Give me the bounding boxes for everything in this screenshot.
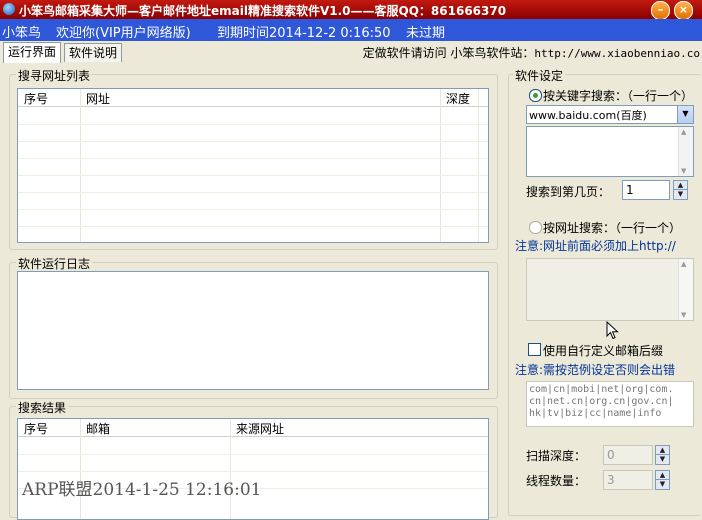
welcome-text: 欢迎你(VIP用户网络版) xyxy=(56,26,191,41)
keyword-textarea[interactable]: ▲ ▼ xyxy=(526,126,694,177)
page-count-input[interactable]: 1 xyxy=(622,180,670,200)
window-title: 小笨鸟邮箱采集大师—客户邮件地址email精准搜索软件V1.0——客服QQ：86… xyxy=(19,4,507,18)
results-header: 序号 邮箱 来源网址 xyxy=(18,419,488,437)
col-source-url: 来源网址 xyxy=(236,422,285,436)
tab-help[interactable]: 软件说明 xyxy=(64,43,123,62)
thread-count-label: 线程数量： xyxy=(526,474,587,488)
custom-software-link[interactable]: 定做软件请访问 xyxy=(363,46,447,60)
custom-suffix-label: 使用自行定义邮箱后缀 xyxy=(543,344,664,358)
brand-name: 小笨鸟 xyxy=(2,26,42,41)
url-textarea[interactable]: ▲ ▼ xyxy=(526,258,694,321)
tab-main[interactable]: 运行界面 xyxy=(3,42,62,63)
search-engine-select[interactable]: www.baidu.com(百度) ▼ xyxy=(526,105,694,124)
keyword-search-label: 按关键字搜索：（一行一个） xyxy=(543,89,694,103)
suffix-line: hk|tv|biz|cc|name|info xyxy=(529,408,662,419)
site-url-link[interactable]: http://www.xiaobenniao.co xyxy=(534,47,700,60)
url-list-title: 搜寻网址列表 xyxy=(16,67,93,84)
col-depth: 深度 xyxy=(446,92,471,106)
thread-count-stepper[interactable]: ▲ ▼ xyxy=(655,470,670,490)
app-icon xyxy=(3,3,15,15)
col-index: 序号 xyxy=(24,422,49,436)
thread-count-input[interactable]: 3 xyxy=(603,470,653,490)
results-table[interactable]: 序号 邮箱 来源网址 xyxy=(17,418,489,520)
page-count-stepper[interactable]: ▲ ▼ xyxy=(673,180,688,200)
expiry-status: 未过期 xyxy=(406,26,446,41)
url-list-table[interactable]: 序号 网址 深度 xyxy=(17,88,489,243)
suffix-line: cn|net.cn|org.cn|gov.cn| xyxy=(529,396,674,407)
url-list-group: 搜寻网址列表 序号 网址 深度 xyxy=(9,67,498,250)
expiry-time: 到期时间2014-12-2 0:16:50 xyxy=(217,26,391,41)
suffix-textarea[interactable]: com|cn|mobi|net|org|com. cn|net.cn|org.c… xyxy=(526,381,694,427)
close-icon[interactable]: × xyxy=(674,1,693,20)
keyword-search-radio[interactable] xyxy=(529,89,542,102)
url-search-radio[interactable] xyxy=(529,221,542,234)
radio-selected-dot xyxy=(533,93,538,98)
suffix-note: 注意:需按范例设定否则会出错 xyxy=(515,363,676,377)
col-email: 邮箱 xyxy=(86,422,111,436)
results-title: 搜索结果 xyxy=(16,399,69,416)
scan-depth-input[interactable]: 0 xyxy=(603,445,653,465)
col-url: 网址 xyxy=(86,92,111,106)
log-group: 软件运行日志 xyxy=(9,255,498,399)
custom-suffix-checkbox[interactable] xyxy=(528,343,541,356)
mouse-cursor-icon xyxy=(606,321,619,340)
url-scrollbar[interactable]: ▲ ▼ xyxy=(678,259,693,320)
scan-depth-label: 扫描深度： xyxy=(526,449,587,463)
tab-strip: 运行界面 软件说明 定做软件请访问 小笨鸟软件站：http://www.xiao… xyxy=(0,42,702,63)
top-links: 定做软件请访问 小笨鸟软件站：http://www.xiaobenniao.co xyxy=(363,44,700,61)
log-title: 软件运行日志 xyxy=(16,255,93,272)
scan-depth-stepper[interactable]: ▲ ▼ xyxy=(655,445,670,465)
welcome-bar: 小笨鸟 欢迎你(VIP用户网络版) 到期时间2014-12-2 0:16:50 … xyxy=(0,19,702,41)
chevron-down-icon[interactable]: ▼ xyxy=(677,106,693,123)
site-label: 小笨鸟软件站： xyxy=(450,46,535,60)
col-index: 序号 xyxy=(24,92,49,106)
page-count-label: 搜索到第几页： xyxy=(526,185,611,199)
watermark-text: ARP联盟2014-1-25 12:16:01 xyxy=(22,480,262,500)
log-textarea[interactable] xyxy=(17,271,489,390)
settings-title: 软件设定 xyxy=(513,67,566,84)
url-search-label: 按网址搜索：（一行一个） xyxy=(543,221,682,235)
results-group: 搜索结果 序号 邮箱 来源网址 xyxy=(9,399,498,520)
scan-depth-value: 0 xyxy=(607,448,615,462)
page-count-value: 1 xyxy=(626,183,634,197)
keyword-scrollbar[interactable]: ▲ ▼ xyxy=(678,127,693,176)
title-bar: 小笨鸟邮箱采集大师—客户邮件地址email精准搜索软件V1.0——客服QQ：86… xyxy=(0,0,702,20)
thread-count-value: 3 xyxy=(607,473,615,487)
url-list-header: 序号 网址 深度 xyxy=(18,89,488,107)
url-note: 注意:网址前面必须加上http:// xyxy=(515,239,676,253)
search-engine-value: www.baidu.com(百度) xyxy=(529,109,647,122)
suffix-line: com|cn|mobi|net|org|com. xyxy=(529,384,674,395)
minimize-icon[interactable]: – xyxy=(651,1,670,20)
